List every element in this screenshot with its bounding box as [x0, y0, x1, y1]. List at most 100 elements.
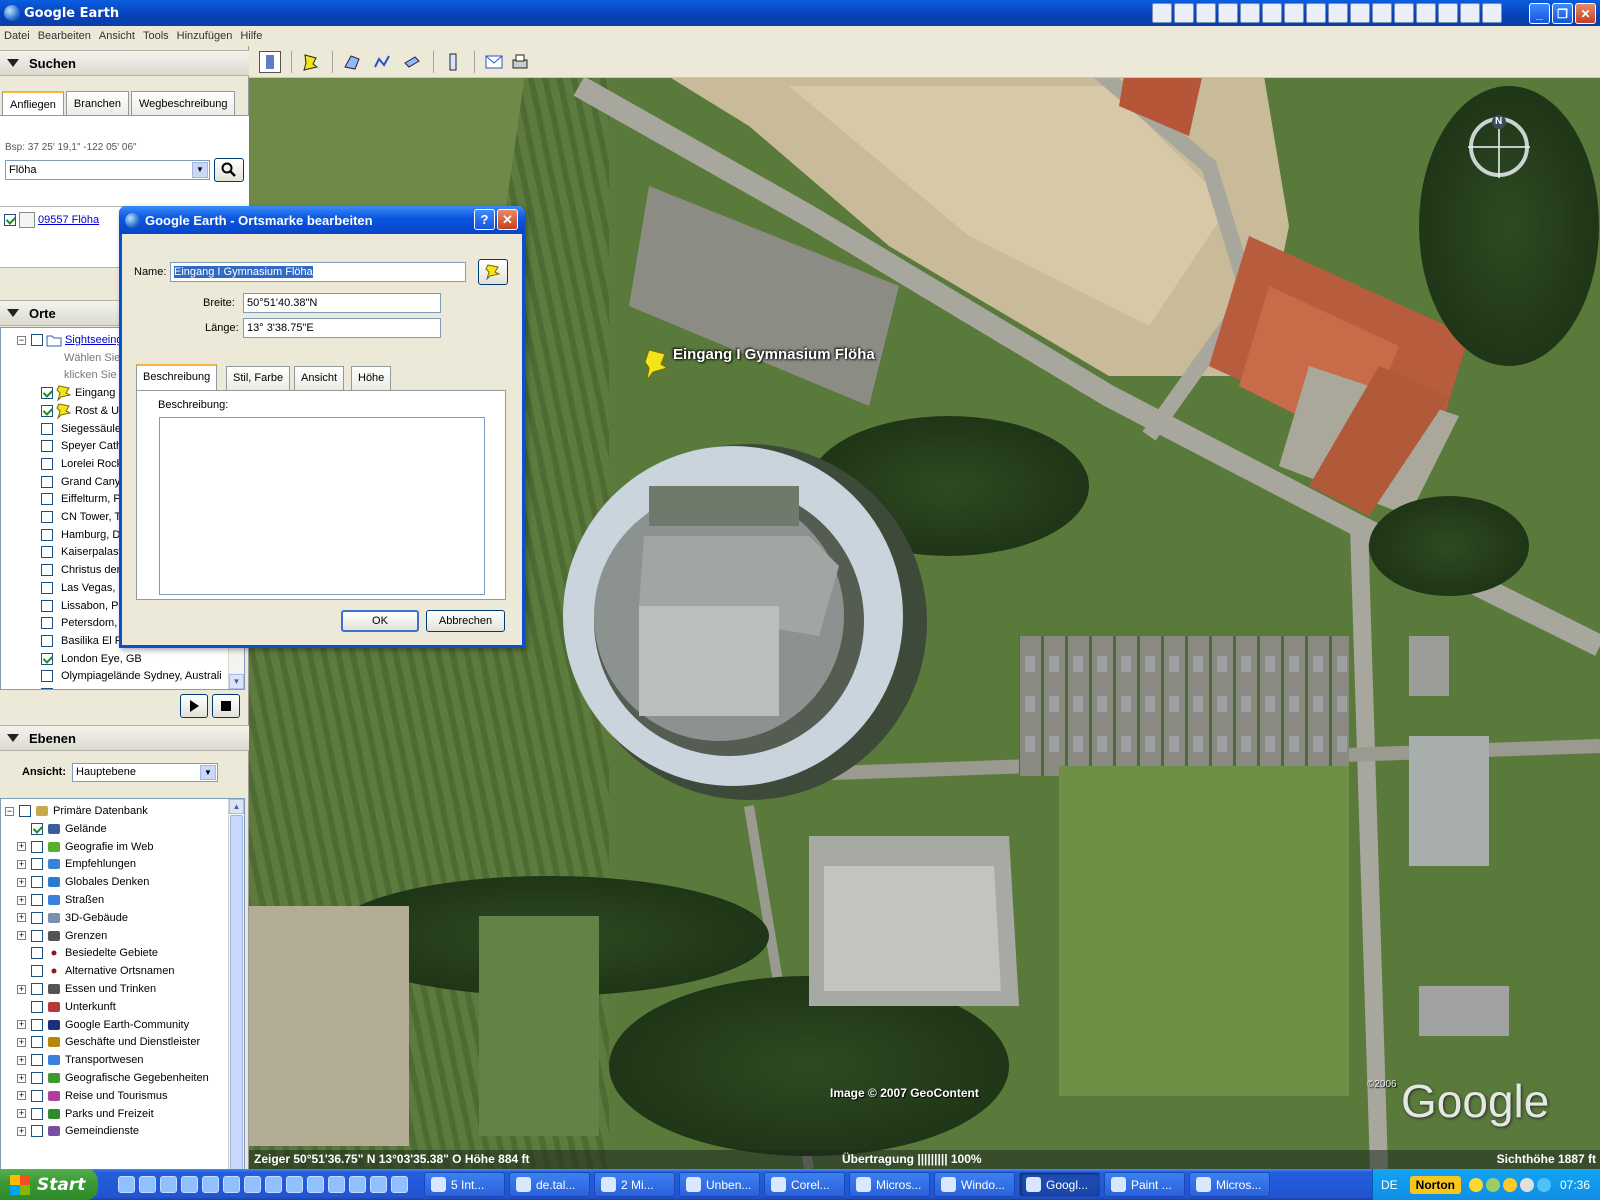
layer-checkbox[interactable]	[31, 929, 43, 942]
tab-stil-farbe[interactable]: Stil, Farbe	[226, 366, 291, 390]
close-button[interactable]: ✕	[1575, 3, 1596, 24]
expander-icon[interactable]: −	[17, 335, 26, 345]
taskbar-task[interactable]: Micros...	[1189, 1172, 1270, 1197]
scroll-thumb[interactable]	[230, 815, 243, 1175]
places-checkbox[interactable]	[41, 634, 53, 647]
layer-checkbox[interactable]	[31, 983, 43, 995]
menu-tools[interactable]: Tools	[143, 30, 169, 42]
layer-checkbox[interactable]	[31, 822, 43, 835]
expander-icon[interactable]: −	[5, 806, 14, 816]
places-item[interactable]: Hamburg, D	[41, 526, 120, 544]
places-item[interactable]: klicken Sie	[64, 366, 117, 384]
quicklaunch-icon[interactable]	[286, 1176, 303, 1193]
expander-icon[interactable]: +	[17, 1020, 26, 1030]
sidebar-toggle-icon[interactable]	[259, 50, 281, 73]
layer-item[interactable]: + Globales Denken	[17, 873, 149, 891]
shortcut-icon[interactable]	[1350, 3, 1370, 23]
places-checkbox[interactable]	[41, 528, 53, 541]
places-item[interactable]: Rost & U	[41, 402, 119, 420]
places-checkbox[interactable]	[41, 387, 53, 400]
layer-item[interactable]: + Google Earth-Community	[17, 1016, 189, 1034]
tray-icon[interactable]	[1486, 1177, 1500, 1192]
places-item[interactable]: Grand Cany	[41, 473, 120, 491]
layer-item[interactable]: + Empfehlungen	[17, 855, 136, 873]
places-item[interactable]: Eingang	[41, 384, 115, 402]
expander-icon[interactable]: +	[17, 895, 26, 905]
expander-icon[interactable]: +	[17, 877, 26, 887]
taskbar-task[interactable]: 2 Mi...	[594, 1172, 675, 1197]
placemark-pin-icon[interactable]	[643, 348, 673, 382]
print-icon[interactable]	[509, 51, 531, 73]
layer-checkbox[interactable]	[31, 1125, 43, 1138]
layer-checkbox[interactable]	[31, 1018, 43, 1031]
places-checkbox[interactable]	[41, 617, 53, 630]
places-item[interactable]: Las Vegas,	[41, 579, 115, 597]
description-textarea[interactable]	[159, 417, 485, 595]
layers-section-header[interactable]: Ebenen	[0, 725, 249, 751]
menu-bearbeiten[interactable]: Bearbeiten	[38, 30, 91, 42]
layer-item[interactable]: + Gemeindienste	[17, 1122, 139, 1140]
tab-anfliegen[interactable]: Anfliegen	[2, 91, 64, 117]
layer-item[interactable]: + Reise und Tourismus	[17, 1087, 168, 1105]
quicklaunch-icon[interactable]	[370, 1176, 387, 1193]
layer-checkbox[interactable]	[31, 894, 43, 906]
layers-dropdown-arrow[interactable]: ▼	[200, 765, 216, 780]
quicklaunch-icon[interactable]	[391, 1176, 408, 1193]
places-checkbox[interactable]	[41, 652, 53, 665]
play-tour-button[interactable]	[180, 694, 208, 718]
quicklaunch-icon[interactable]	[349, 1176, 366, 1193]
quicklaunch-icon[interactable]	[244, 1176, 261, 1193]
places-item[interactable]: Olympiagelände Sydney, Australi	[41, 667, 222, 685]
places-checkbox[interactable]	[41, 546, 53, 559]
layer-checkbox[interactable]	[31, 876, 43, 889]
shortcut-icon[interactable]	[1152, 3, 1172, 23]
email-icon[interactable]	[483, 51, 505, 73]
shortcut-icon[interactable]	[1328, 3, 1348, 23]
places-item[interactable]: London Eye, GB	[41, 650, 142, 668]
stop-tour-button[interactable]	[212, 694, 240, 718]
shortcut-icon[interactable]	[1218, 3, 1238, 23]
minimize-button[interactable]: _	[1529, 3, 1550, 24]
quicklaunch-icon[interactable]	[160, 1176, 177, 1193]
shortcut-icon[interactable]	[1394, 3, 1414, 23]
search-dropdown-arrow[interactable]: ▼	[192, 162, 208, 178]
expander-icon[interactable]: +	[17, 1126, 26, 1136]
maximize-button[interactable]: ❐	[1552, 3, 1573, 24]
help-button[interactable]: ?	[474, 209, 495, 230]
layer-checkbox[interactable]	[31, 947, 43, 960]
places-item[interactable]: Kaiserpalast	[41, 543, 122, 561]
layer-checkbox[interactable]	[31, 1036, 43, 1049]
tab-hoehe[interactable]: Höhe	[351, 366, 392, 390]
taskbar-task[interactable]: Paint ...	[1104, 1172, 1185, 1197]
taskbar-task[interactable]: Unben...	[679, 1172, 760, 1197]
tab-branchen[interactable]: Branchen	[65, 91, 129, 115]
quicklaunch-icon[interactable]	[181, 1176, 198, 1193]
places-checkbox[interactable]	[41, 475, 53, 488]
tray-icon[interactable]	[1469, 1177, 1483, 1192]
shortcut-icon[interactable]	[1416, 3, 1436, 23]
shortcut-icon[interactable]	[1174, 3, 1194, 23]
expander-icon[interactable]: +	[17, 1037, 26, 1047]
layer-item[interactable]: − Primäre Datenbank	[5, 802, 148, 820]
tab-wegbeschreibung[interactable]: Wegbeschreibung	[130, 91, 236, 115]
layer-checkbox[interactable]	[31, 1000, 43, 1013]
taskbar-task[interactable]: Micros...	[849, 1172, 930, 1197]
taskbar-task[interactable]: de.tal...	[509, 1172, 590, 1197]
layer-item[interactable]: + Parks und Freizeit	[17, 1105, 154, 1123]
layer-checkbox[interactable]	[31, 1089, 43, 1102]
quicklaunch-icon[interactable]	[265, 1176, 282, 1193]
places-item[interactable]: Lorelei Rock	[41, 455, 122, 473]
layer-item[interactable]: −Besiedelte Gebiete	[17, 944, 158, 962]
name-field[interactable]: Eingang I Gymnasium Flöha	[170, 262, 466, 282]
layer-checkbox[interactable]	[31, 1072, 43, 1084]
ok-button[interactable]: OK	[341, 610, 419, 632]
layer-item[interactable]: +3D-Gebäude	[17, 909, 128, 927]
places-checkbox[interactable]	[41, 581, 53, 594]
latitude-field[interactable]: 50°51'40.38"N	[243, 293, 441, 313]
menu-datei[interactable]: Datei	[4, 30, 30, 42]
places-item[interactable]: Roter Platz, Moskau, Russland	[41, 685, 212, 689]
shortcut-icon[interactable]	[1306, 3, 1326, 23]
places-item[interactable]: Siegessäule	[41, 420, 121, 438]
expander-icon[interactable]: +	[17, 1055, 26, 1065]
tray-icon[interactable]	[1537, 1177, 1551, 1192]
